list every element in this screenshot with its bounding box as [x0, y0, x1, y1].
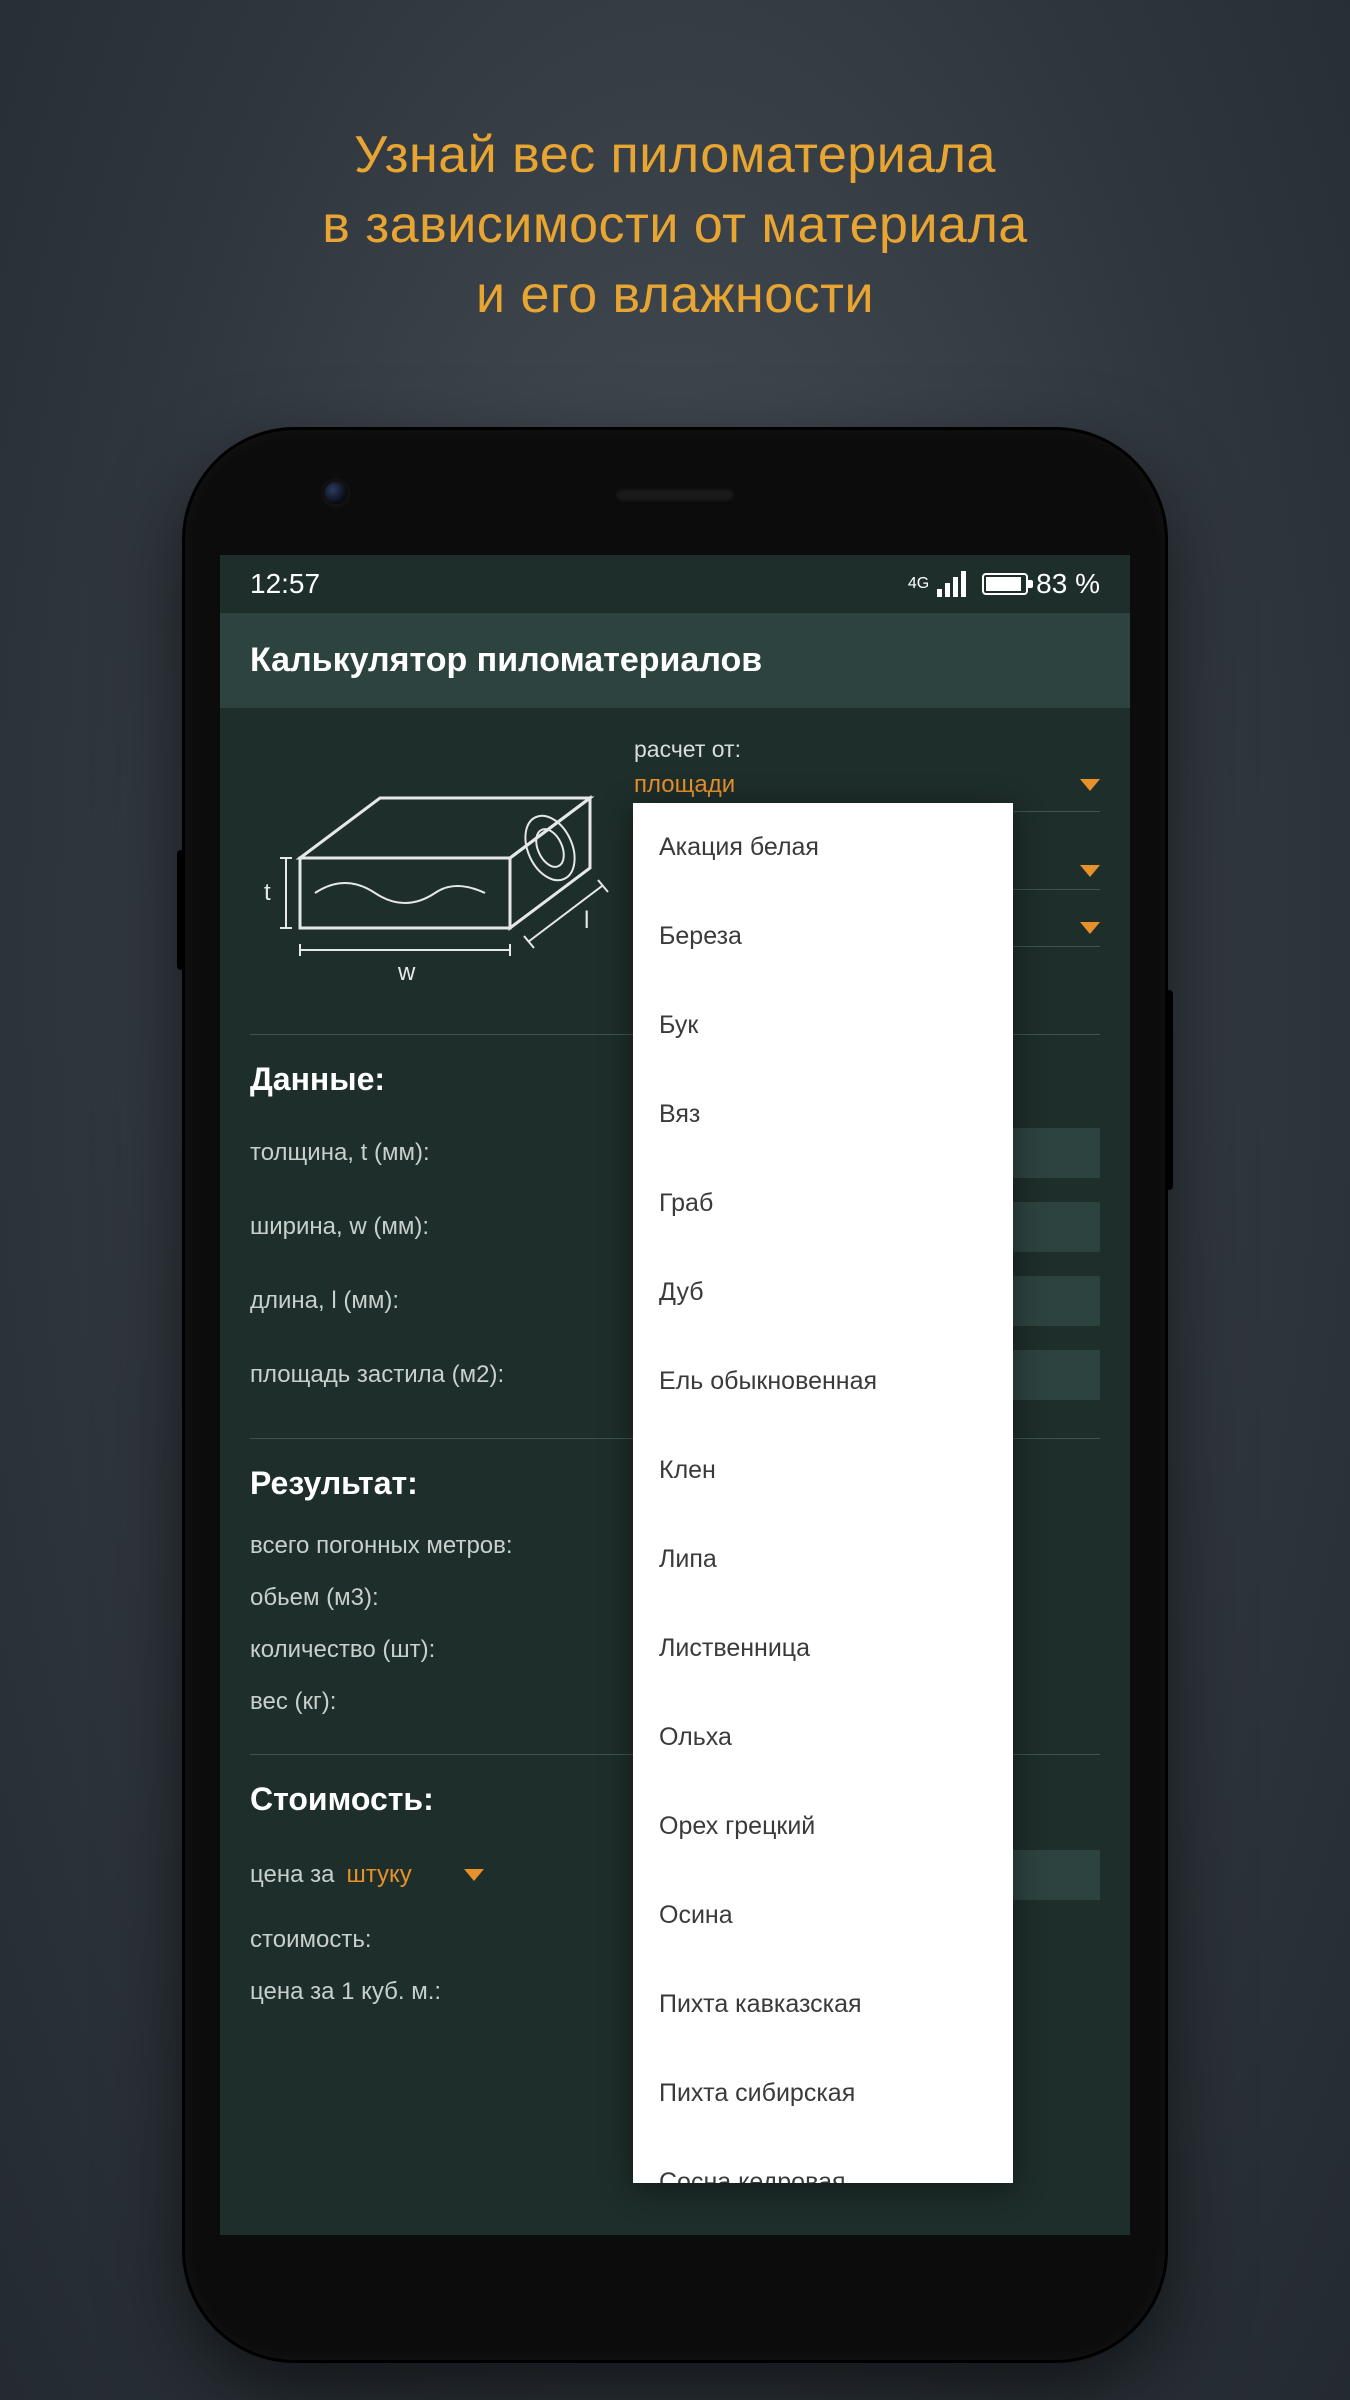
battery-icon: [982, 573, 1028, 595]
signal-icon: [937, 571, 966, 597]
material-option[interactable]: Липа: [633, 1515, 1013, 1604]
material-option[interactable]: Клен: [633, 1426, 1013, 1515]
material-option[interactable]: Орех грецкий: [633, 1782, 1013, 1871]
app-title: Калькулятор пиломатериалов: [220, 613, 1130, 708]
material-option[interactable]: Осина: [633, 1871, 1013, 1960]
chevron-down-icon: [1080, 865, 1100, 877]
material-option[interactable]: Акация белая: [633, 803, 1013, 892]
chevron-down-icon: [464, 1869, 484, 1881]
material-option[interactable]: Вяз: [633, 1070, 1013, 1159]
phone-screen: 12:57 4G 83 % Калькулятор пиломатериалов: [220, 555, 1130, 2235]
calc-from-label: расчет от:: [634, 736, 1100, 763]
status-network: 4G: [908, 578, 929, 590]
svg-text:w: w: [397, 959, 416, 986]
status-bar: 12:57 4G 83 %: [220, 555, 1130, 613]
status-battery: 83 %: [1036, 568, 1100, 600]
headline-line2: в зависимости от материала: [0, 190, 1350, 260]
chevron-down-icon: [1080, 779, 1100, 791]
status-time: 12:57: [250, 568, 320, 600]
phone-speaker: [615, 488, 735, 502]
chevron-down-icon: [1080, 922, 1100, 934]
svg-text:t: t: [264, 879, 271, 906]
app-content: t w l расчет от: площади материал:: [220, 708, 1130, 2018]
lumber-diagram: t w l: [250, 728, 610, 1008]
svg-text:l: l: [584, 907, 589, 934]
material-option[interactable]: Граб: [633, 1159, 1013, 1248]
material-option[interactable]: Береза: [633, 892, 1013, 981]
material-option[interactable]: Дуб: [633, 1248, 1013, 1337]
material-dropdown[interactable]: Акация белаяБерезаБукВязГрабДубЕль обыкн…: [633, 803, 1013, 2183]
material-option[interactable]: Ольха: [633, 1693, 1013, 1782]
phone-camera-dot: [325, 482, 347, 504]
material-option[interactable]: Пихта сибирская: [633, 2049, 1013, 2138]
calc-from-value: площади: [634, 771, 735, 799]
phone-frame: 12:57 4G 83 % Калькулятор пиломатериалов: [185, 430, 1165, 2360]
material-option[interactable]: Пихта кавказская: [633, 1960, 1013, 2049]
material-option[interactable]: Бук: [633, 981, 1013, 1070]
material-option[interactable]: Лиственница: [633, 1604, 1013, 1693]
material-option[interactable]: Ель обыкновенная: [633, 1337, 1013, 1426]
material-option[interactable]: Сосна кедровая: [633, 2138, 1013, 2183]
headline-line1: Узнай вес пиломатериала: [0, 120, 1350, 190]
headline-line3: и его влажности: [0, 260, 1350, 330]
marketing-headline: Узнай вес пиломатериала в зависимости от…: [0, 120, 1350, 331]
